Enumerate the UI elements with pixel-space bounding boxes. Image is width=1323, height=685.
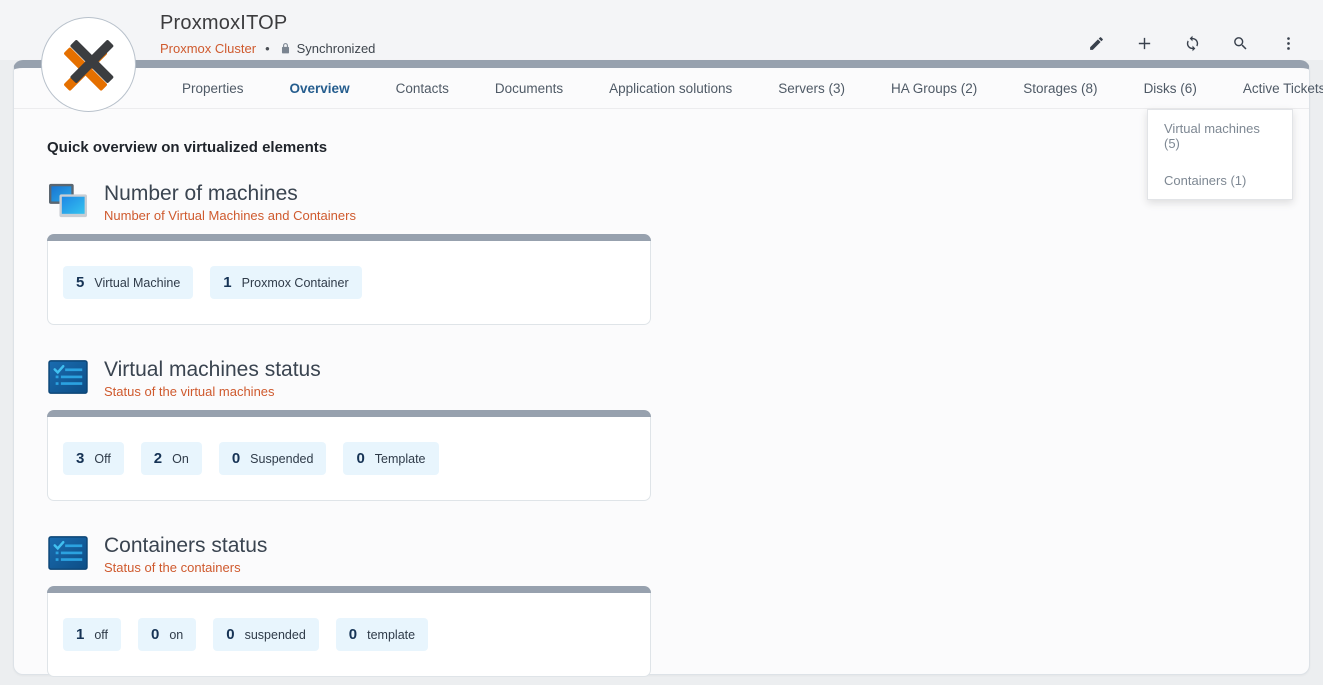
badge-count: 2 — [154, 450, 162, 467]
edit-pencil-icon[interactable] — [1087, 34, 1105, 52]
badge-label: On — [172, 452, 189, 466]
badge-virtual-machine[interactable]: 5 Virtual Machine — [63, 266, 193, 299]
content-heading: Quick overview on virtualized elements — [47, 139, 1309, 156]
section-title: Number of machines — [104, 182, 356, 205]
search-icon[interactable] — [1231, 34, 1249, 52]
badge-label: Off — [94, 452, 110, 466]
badge-count: 0 — [349, 626, 357, 643]
dot-separator: • — [265, 41, 270, 56]
badge-count: 0 — [356, 450, 364, 467]
tab-servers[interactable]: Servers (3) — [755, 68, 868, 109]
tab-application-solutions[interactable]: Application solutions — [586, 68, 755, 109]
menu-item-virtual-machines[interactable]: Virtual machines (5) — [1148, 110, 1292, 162]
badge-ct-off[interactable]: 1 off — [63, 618, 121, 651]
proxmox-logo — [41, 17, 136, 112]
proxmox-x-icon — [60, 36, 118, 94]
badge-count: 3 — [76, 450, 84, 467]
badge-label: off — [94, 628, 108, 642]
card-topbar — [47, 234, 651, 241]
badge-vm-template[interactable]: 0 Template — [343, 442, 438, 475]
badge-label: Template — [375, 452, 426, 466]
page-title: ProxmoxITOP — [160, 12, 375, 35]
badge-count: 0 — [151, 626, 159, 643]
tab-documents[interactable]: Documents — [472, 68, 586, 109]
tab-ha-groups[interactable]: HA Groups (2) — [868, 68, 1000, 109]
tab-bar: Properties Overview Contacts Documents A… — [14, 68, 1309, 109]
lock-icon — [279, 42, 292, 55]
badge-vm-on[interactable]: 2 On — [141, 442, 202, 475]
badge-count: 0 — [226, 626, 234, 643]
badge-label: suspended — [245, 628, 306, 642]
breadcrumb-class-link[interactable]: Proxmox Cluster — [160, 41, 256, 56]
header-toolbar — [1087, 34, 1297, 52]
badge-label: Suspended — [250, 452, 313, 466]
machines-count-card: 5 Virtual Machine 1 Proxmox Container — [47, 234, 651, 325]
section-title: Containers status — [104, 534, 267, 557]
section-container-status: Containers status Status of the containe… — [47, 534, 1309, 677]
tab-overflow-menu: Virtual machines (5) Containers (1) — [1147, 109, 1293, 200]
object-header: ProxmoxITOP Proxmox Cluster • Synchroniz… — [160, 12, 375, 56]
checklist-icon — [47, 534, 89, 572]
main-panel: Properties Overview Contacts Documents A… — [13, 60, 1310, 675]
container-status-card: 1 off 0 on 0 suspended 0 template — [47, 586, 651, 677]
section-vm-status: Virtual machines status Status of the vi… — [47, 358, 1309, 501]
badge-vm-off[interactable]: 3 Off — [63, 442, 124, 475]
section-title: Virtual machines status — [104, 358, 321, 381]
tab-disks[interactable]: Disks (6) — [1121, 68, 1220, 109]
badge-ct-suspended[interactable]: 0 suspended — [213, 618, 319, 651]
card-topbar — [47, 410, 651, 417]
vm-status-card: 3 Off 2 On 0 Suspended 0 Template — [47, 410, 651, 501]
badge-count: 1 — [76, 626, 84, 643]
virtual-machines-icon — [47, 182, 89, 220]
section-subtitle: Status of the virtual machines — [104, 384, 321, 399]
badge-ct-on[interactable]: 0 on — [138, 618, 196, 651]
badge-count: 5 — [76, 274, 84, 291]
section-subtitle: Number of Virtual Machines and Container… — [104, 208, 356, 223]
badge-label: on — [169, 628, 183, 642]
tab-storages[interactable]: Storages (8) — [1000, 68, 1120, 109]
kebab-menu-icon[interactable] — [1279, 34, 1297, 52]
card-topbar — [47, 586, 651, 593]
badge-ct-template[interactable]: 0 template — [336, 618, 428, 651]
section-subtitle: Status of the containers — [104, 560, 267, 575]
badge-count: 1 — [223, 274, 231, 291]
refresh-icon[interactable] — [1183, 34, 1201, 52]
sync-status-label: Synchronized — [297, 41, 376, 56]
badge-label: Proxmox Container — [242, 276, 349, 290]
badge-proxmox-container[interactable]: 1 Proxmox Container — [210, 266, 361, 299]
badge-count: 0 — [232, 450, 240, 467]
tab-contacts[interactable]: Contacts — [373, 68, 472, 109]
menu-item-containers[interactable]: Containers (1) — [1148, 162, 1292, 199]
section-number-of-machines: Number of machines Number of Virtual Mac… — [47, 182, 1309, 325]
checklist-icon — [47, 358, 89, 396]
overview-content: Quick overview on virtualized elements — [14, 109, 1309, 677]
badge-vm-suspended[interactable]: 0 Suspended — [219, 442, 327, 475]
add-plus-icon[interactable] — [1135, 34, 1153, 52]
tab-overview[interactable]: Overview — [267, 68, 373, 109]
badge-label: template — [367, 628, 415, 642]
tab-properties[interactable]: Properties — [159, 68, 267, 109]
badge-label: Virtual Machine — [94, 276, 180, 290]
tab-active-tickets[interactable]: Active Tickets — [1220, 68, 1323, 109]
